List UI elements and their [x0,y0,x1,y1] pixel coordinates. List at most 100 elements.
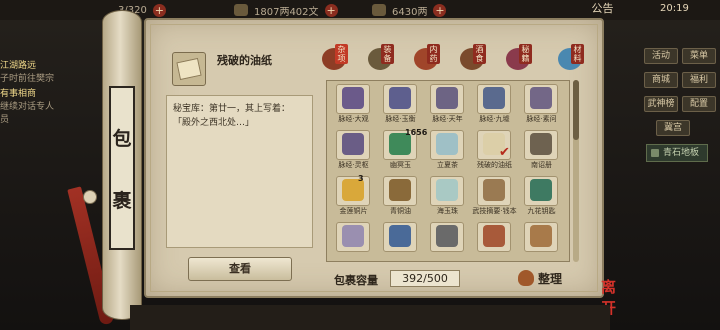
item-name: 脉经·素问 [526,115,557,123]
item-grid: 脉经·大观 脉经·玉衡 脉经·天年 脉经·九墟 脉经·素问脉经·灵枢 1656 幽冥玉立夏茶… [326,80,570,262]
quest-title-2: 有事相商 [0,89,37,99]
item-icon [483,179,505,201]
palace-button[interactable]: 冀宫 [656,120,690,136]
item-name: 海玉珠 [437,207,458,215]
quest-text-2: 继续对话专人 [0,102,55,112]
item-icon [389,225,411,247]
task-item[interactable]: 青石地板 [646,144,708,162]
inventory-slot[interactable]: ✔ 残破的油纸 [471,127,518,173]
view-button[interactable]: 查看 [188,257,292,281]
item-name: 金莲铜片 [339,207,368,215]
item-icon [483,225,505,247]
description-line-1: 秘宝库：第廿一，其上写着： [173,104,291,114]
sort-button[interactable]: 整理 [518,268,572,288]
item-quantity: 3 [358,174,364,183]
item-icon [530,179,552,201]
quest-tracker[interactable]: 江湖路远 子时前往樊宗 有事相商 继续对话专人 员 [0,56,92,136]
item-icon [389,87,411,109]
resource-2-value: 1807两402文 [254,6,319,18]
item-grid-inner: 脉经·大观 脉经·玉衡 脉经·天年 脉经·九墟 脉经·素问脉经·灵枢 1656 幽冥玉立夏茶… [330,81,565,261]
resource-3-value: 6430两 [392,6,428,18]
tab-food[interactable]: 酒食 [460,44,488,72]
inventory-slot[interactable]: 立夏茶 [424,127,471,173]
add-resource-3-button[interactable]: + [433,3,447,17]
item-icon [436,87,458,109]
item-name: 青铜油 [390,207,411,215]
resource-slot-3: 6430两 + [372,2,447,18]
inventory-slot[interactable]: 3 金莲铜片 [330,173,377,219]
item-icon [530,225,552,247]
add-resource-1-button[interactable]: + [152,3,166,17]
item-icon [342,87,364,109]
inventory-slot[interactable] [377,219,424,261]
inventory-slot[interactable]: 脉经·九墟 [471,81,518,127]
item-name: 脉经·灵枢 [338,161,369,169]
inventory-slot[interactable]: 海玉珠 [424,173,471,219]
tab-manuals-label: 秘籍 [519,44,532,64]
quest-title-1: 江湖路远 [0,61,37,71]
item-name: 立夏茶 [437,161,458,169]
inventory-slot[interactable] [330,219,377,261]
inventory-slot[interactable]: 九花钥匙 [518,173,565,219]
item-name: 武技摘要·钱本 [472,207,517,215]
item-icon [436,133,458,155]
grid-scrollbar-thumb[interactable] [573,80,579,140]
inventory-slot[interactable]: 脉经·玉衡 [377,81,424,127]
ranking-button[interactable]: 武神榜 [644,96,678,112]
item-name: 脉经·九墟 [479,115,510,123]
add-resource-2-button[interactable]: + [324,3,338,17]
item-icon [436,225,458,247]
shop-button[interactable]: 商城 [644,72,678,88]
sort-button-label: 整理 [538,271,563,286]
item-name: 脉经·天年 [432,115,463,123]
tab-food-label: 酒食 [473,44,486,64]
menu-button[interactable]: 菜单 [682,48,716,64]
notice-tab[interactable]: 公告 [575,0,630,18]
bag-title-char-1: 包 [112,127,132,150]
clock: 20:19 [660,3,689,14]
tab-medicine-label: 内药 [427,44,440,64]
item-name: 幽冥玉 [390,161,411,169]
inventory-slot[interactable]: 1656 幽冥玉 [377,127,427,173]
tab-medicine[interactable]: 内药 [414,44,442,72]
close-button[interactable]: 离开 [601,276,629,317]
inventory-slot[interactable]: 南诏册 [518,127,565,173]
inventory-slot[interactable] [471,219,518,261]
inventory-slot[interactable] [518,219,565,261]
item-name: 脉经·玉衡 [385,115,416,123]
inventory-slot[interactable]: 脉经·大观 [330,81,377,127]
tab-materials[interactable]: 材料 [558,44,586,72]
resource-slot-2: 1807两402文 + [234,2,338,18]
tab-misc[interactable]: 杂项 [322,44,350,72]
inventory-slot[interactable]: 脉经·天年 [424,81,471,127]
item-name: 脉经·大观 [338,115,369,123]
item-icon [342,225,364,247]
item-icon [530,133,552,155]
tassel-bead [83,190,97,204]
tab-manuals[interactable]: 秘籍 [506,44,534,72]
item-description: 秘宝库：第廿一，其上写着： 「殿外之西北处…」 [166,95,313,248]
quest-text-3: 员 [0,115,10,125]
activity-button[interactable]: 活动 [644,48,678,64]
item-icon [342,133,364,155]
inventory-slot[interactable]: 青铜油 [377,173,424,219]
inventory-slot[interactable]: 武技摘要·钱本 [471,173,518,219]
item-icon [530,87,552,109]
item-name: 九花钥匙 [527,207,556,215]
welfare-button[interactable]: 福利 [682,72,716,88]
bag-title-label: 包 裹 [109,86,135,250]
inventory-slot[interactable]: 脉经·灵枢 [330,127,377,173]
coin-icon [234,4,248,16]
tab-equipment-label: 装备 [381,44,394,64]
bottom-toolbar [130,305,610,330]
grid-scrollbar[interactable] [573,80,579,262]
config-button[interactable]: 配置 [682,96,716,112]
capacity-label: 包裹容量 [334,274,378,287]
inventory-slot[interactable]: 脉经·素问 [518,81,565,127]
silver-icon [372,4,386,16]
tab-equipment[interactable]: 装备 [368,44,396,72]
item-name: 南诏册 [531,161,552,169]
tab-materials-label: 材料 [571,44,584,64]
description-line-2: 「殿外之西北处…」 [173,118,255,128]
inventory-slot[interactable] [424,219,471,261]
